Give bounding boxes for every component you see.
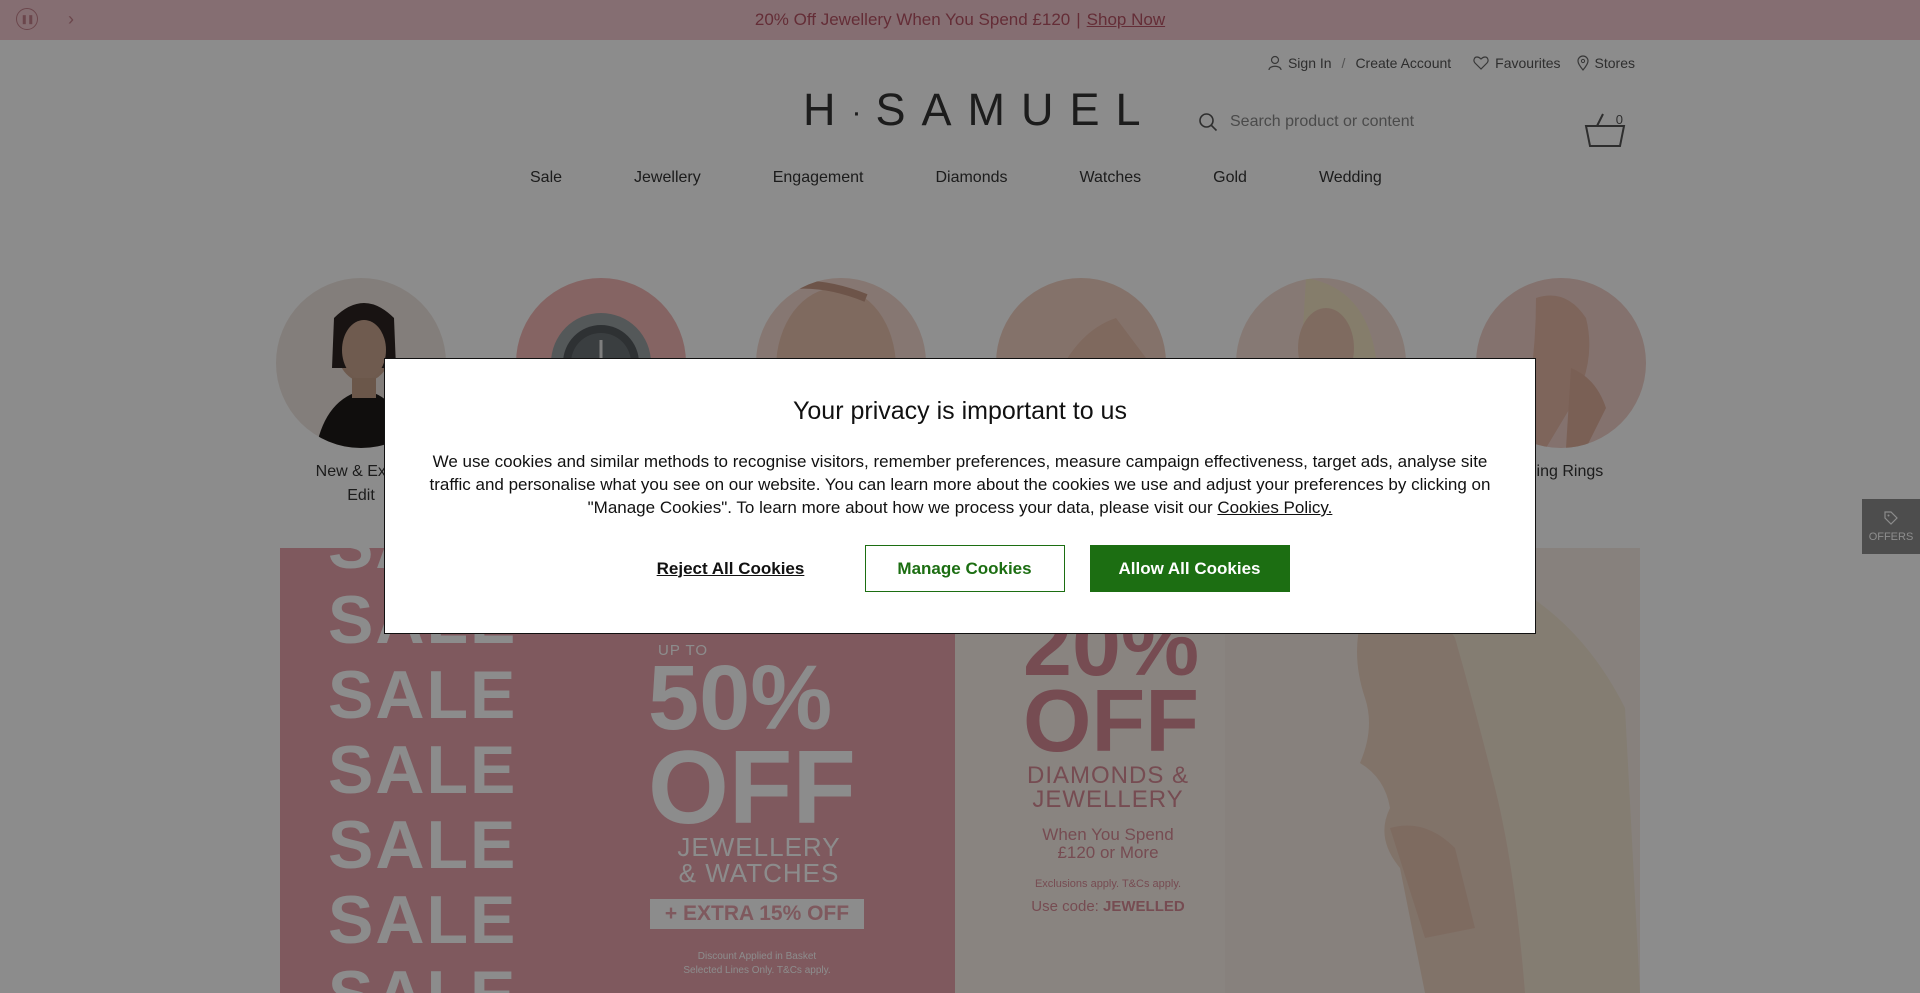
- cookie-button-row: Reject All Cookies Manage Cookies Allow …: [385, 545, 1535, 592]
- reject-all-cookies-button[interactable]: Reject All Cookies: [631, 545, 831, 592]
- cookies-policy-link[interactable]: Cookies Policy.: [1217, 498, 1332, 517]
- cookie-dialog-body: We use cookies and similar methods to re…: [420, 450, 1500, 519]
- manage-cookies-button[interactable]: Manage Cookies: [864, 545, 1065, 592]
- allow-all-cookies-button[interactable]: Allow All Cookies: [1089, 545, 1290, 592]
- cookie-consent-dialog: Your privacy is important to us We use c…: [384, 358, 1536, 634]
- cookie-dialog-title: Your privacy is important to us: [793, 397, 1127, 425]
